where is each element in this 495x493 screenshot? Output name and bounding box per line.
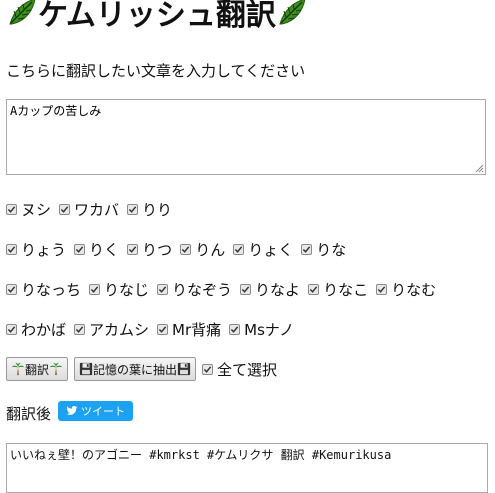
character-checkbox[interactable]: りょく <box>233 239 293 260</box>
checkbox-checked-icon[interactable] <box>157 284 169 295</box>
character-checkbox[interactable]: りな <box>301 239 346 260</box>
checkbox-checked-icon[interactable] <box>74 244 86 255</box>
resize-grip-icon[interactable] <box>474 163 484 173</box>
checkbox-checked-icon[interactable] <box>6 244 17 255</box>
checkbox-label: りょう <box>21 241 67 259</box>
character-checkbox[interactable]: りなこ <box>308 279 368 300</box>
checkbox-label: りり <box>142 201 173 219</box>
select-all-label: 全て選択 <box>217 360 278 379</box>
checkbox-label: りく <box>89 241 120 259</box>
palm-tree-icon <box>49 362 63 376</box>
floppy-disk-icon <box>79 362 93 376</box>
source-text-input[interactable]: Aカップの苦しみ <box>6 99 486 175</box>
character-checkbox[interactable]: りょう <box>6 239 66 260</box>
character-checkbox[interactable]: りり <box>127 199 172 220</box>
checkbox-label: ワカバ <box>74 201 120 219</box>
checkbox-checked-icon[interactable] <box>180 244 192 255</box>
checkbox-label: りつ <box>142 241 173 259</box>
character-checkbox[interactable]: Mr背痛 <box>157 319 221 340</box>
checkbox-checked-icon[interactable] <box>229 324 241 335</box>
character-row-3: りなっち りなじ りなぞう りなよ りなこ りなむ <box>6 279 444 300</box>
checkbox-checked-icon[interactable] <box>240 284 252 295</box>
character-checkbox[interactable]: アカムシ <box>74 319 149 340</box>
checkbox-checked-icon[interactable] <box>376 284 388 295</box>
checkbox-checked-icon[interactable] <box>157 324 169 335</box>
checkbox-label: りょく <box>248 241 294 259</box>
twitter-bird-icon <box>66 406 78 415</box>
checkbox-checked-icon[interactable] <box>301 244 313 255</box>
save-to-leaf-button[interactable]: 記憶の葉に抽出 <box>74 357 197 381</box>
checkbox-checked-icon[interactable] <box>233 244 245 255</box>
translation-output[interactable]: いいねぇ壁！のアゴニー #kmrkst #ケムリクサ 翻訳 #Kemurikus… <box>6 443 488 493</box>
floppy-disk-icon <box>177 362 191 376</box>
checkbox-checked-icon[interactable] <box>59 204 71 215</box>
save-to-leaf-label: 記憶の葉に抽出 <box>93 362 178 377</box>
character-checkbox[interactable]: りなぞう <box>157 279 232 300</box>
checkbox-checked-icon[interactable] <box>6 324 17 335</box>
leaf-icon <box>279 0 306 25</box>
input-instruction: こちらに翻訳したい文章を入力してください <box>6 62 306 80</box>
checkbox-checked-icon[interactable] <box>202 363 214 375</box>
character-row-2: りょう りく りつ りん りょく りな <box>6 239 354 260</box>
checkbox-label: りなよ <box>255 281 301 299</box>
tweet-button-label: ツイート <box>81 405 125 418</box>
page-title: ケムリッシュ翻訳 <box>6 0 308 33</box>
checkbox-label: りなぞう <box>172 281 233 299</box>
checkbox-label: ヌシ <box>21 201 52 219</box>
checkbox-checked-icon[interactable] <box>89 284 101 295</box>
checkbox-label: わかば <box>21 321 67 339</box>
checkbox-label: アカムシ <box>89 321 150 339</box>
checkbox-checked-icon[interactable] <box>6 204 17 215</box>
checkbox-label: りん <box>195 241 226 259</box>
checkbox-checked-icon[interactable] <box>74 324 86 335</box>
character-checkbox[interactable]: りなっち <box>6 279 81 300</box>
character-checkbox[interactable]: ヌシ <box>6 199 51 220</box>
palm-tree-icon <box>11 362 25 376</box>
character-checkbox[interactable]: りなむ <box>376 279 436 300</box>
action-bar: 翻訳 記憶の葉に抽出 全て選択 <box>6 357 285 381</box>
character-checkbox[interactable]: Msナノ <box>229 319 294 340</box>
character-checkbox[interactable]: りなじ <box>89 279 149 300</box>
checkbox-checked-icon[interactable] <box>127 204 139 215</box>
character-checkbox[interactable]: りく <box>74 239 119 260</box>
character-checkbox[interactable]: りつ <box>127 239 172 260</box>
character-row-1: ヌシ ワカバ りり <box>6 199 180 220</box>
character-checkbox[interactable]: りなよ <box>240 279 300 300</box>
checkbox-label: りなっち <box>21 281 82 299</box>
checkbox-checked-icon[interactable] <box>6 284 17 295</box>
checkbox-label: りなじ <box>104 281 150 299</box>
checkbox-label: Msナノ <box>244 321 295 339</box>
translate-button-label: 翻訳 <box>25 362 50 377</box>
select-all-checkbox[interactable]: 全て選択 <box>202 359 277 380</box>
checkbox-label: りな <box>316 241 347 259</box>
character-checkbox[interactable]: ワカバ <box>59 199 119 220</box>
leaf-icon <box>9 0 36 25</box>
checkbox-checked-icon[interactable] <box>127 244 139 255</box>
output-label: 翻訳後 <box>6 405 52 423</box>
tweet-button[interactable]: ツイート <box>58 401 133 421</box>
checkbox-label: Mr背痛 <box>172 321 222 339</box>
character-row-4: わかば アカムシ Mr背痛 Msナノ <box>6 319 302 340</box>
checkbox-checked-icon[interactable] <box>308 284 320 295</box>
title-text: ケムリッシュ翻訳 <box>38 0 276 33</box>
translate-button[interactable]: 翻訳 <box>6 357 69 381</box>
checkbox-label: りなこ <box>323 281 369 299</box>
checkbox-label: りなむ <box>391 281 437 299</box>
character-checkbox[interactable]: りん <box>180 239 225 260</box>
character-checkbox[interactable]: わかば <box>6 319 66 340</box>
